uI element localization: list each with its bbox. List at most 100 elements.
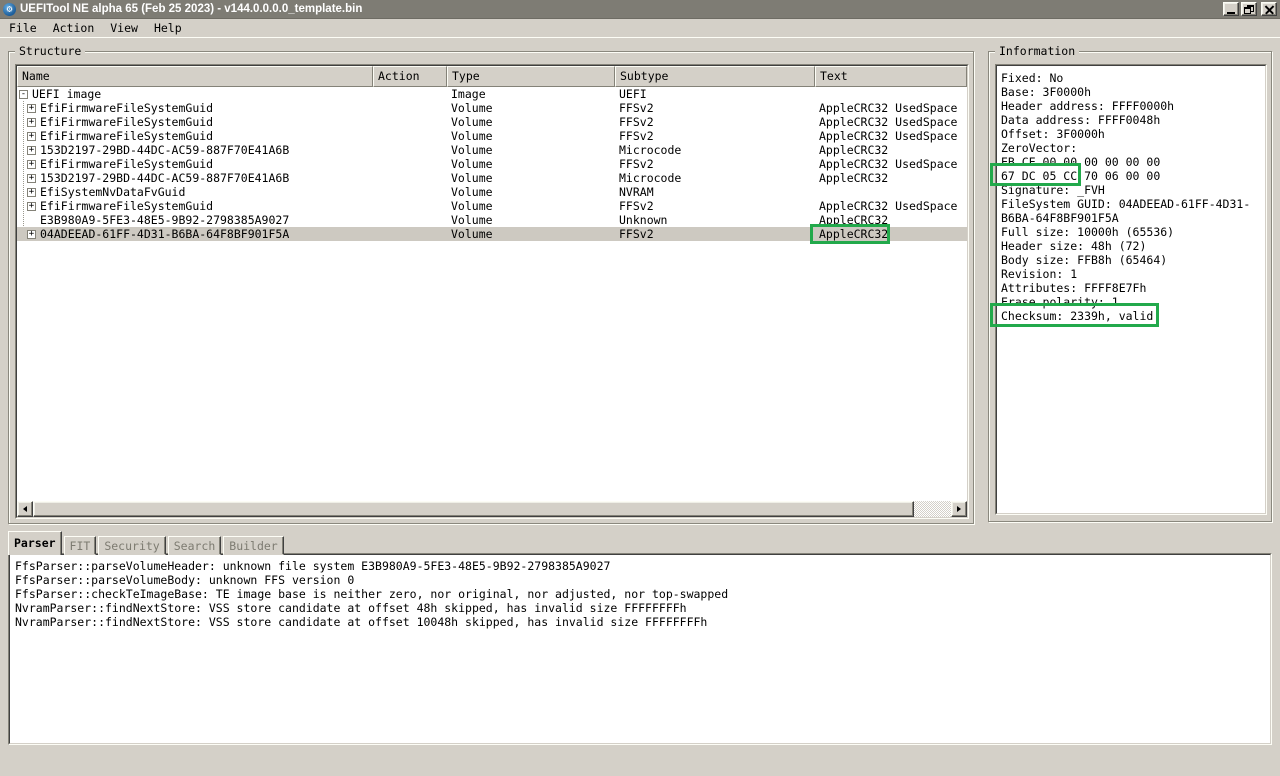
row-name: EfiFirmwareFileSystemGuid [40, 157, 213, 171]
column-header-action[interactable]: Action [373, 66, 447, 87]
row-text: AppleCRC32 [815, 171, 967, 185]
information-lines: Fixed: NoBase: 3F0000hHeader address: FF… [997, 66, 1265, 323]
horizontal-scrollbar[interactable] [17, 501, 967, 517]
expander-icon[interactable]: + [27, 132, 36, 141]
information-line: B6BA-64F8BF901F5A [1001, 211, 1265, 225]
information-line: FileSystem GUID: 04ADEEAD-61FF-4D31- [1001, 197, 1265, 211]
expander-icon[interactable]: + [27, 146, 36, 155]
information-line: Revision: 1 [1001, 267, 1265, 281]
expander-icon[interactable]: + [27, 188, 36, 197]
row-text [815, 185, 967, 199]
row-action [373, 171, 447, 185]
minimize-button[interactable] [1223, 2, 1239, 16]
tab-fit[interactable]: FIT [64, 536, 97, 555]
menu-item-view[interactable]: View [102, 20, 146, 36]
row-subtype: FFSv2 [615, 129, 815, 143]
information-group-label: Information [995, 44, 1079, 58]
expander-icon[interactable]: + [27, 202, 36, 211]
expander-icon[interactable]: - [19, 90, 28, 99]
menu-item-action[interactable]: Action [45, 20, 103, 36]
row-action [373, 227, 447, 241]
row-action [373, 143, 447, 157]
row-subtype: Microcode [615, 171, 815, 185]
row-name: UEFI image [32, 87, 101, 101]
table-row[interactable]: +EfiFirmwareFileSystemGuid Volume FFSv2 … [17, 157, 967, 171]
minimize-icon [1227, 12, 1235, 14]
row-indent [19, 192, 27, 193]
information-line: Offset: 3F0000h [1001, 127, 1265, 141]
window-controls [1221, 2, 1280, 16]
table-row[interactable]: +EfiFirmwareFileSystemGuid Volume FFSv2 … [17, 199, 967, 213]
menu-bar: FileActionViewHelp [0, 19, 1280, 38]
row-action [373, 87, 447, 101]
title-bar[interactable]: ⚙ UEFITool NE alpha 65 (Feb 25 2023) - v… [0, 0, 1280, 19]
table-row[interactable]: +153D2197-29BD-44DC-AC59-887F70E41A6B Vo… [17, 171, 967, 185]
row-name: E3B980A9-5FE3-48E5-9B92-2798385A9027 [40, 213, 289, 227]
table-row[interactable]: +153D2197-29BD-44DC-AC59-887F70E41A6B Vo… [17, 143, 967, 157]
row-indent [19, 220, 27, 221]
tab-builder[interactable]: Builder [223, 536, 283, 555]
scroll-left-button[interactable] [17, 501, 33, 517]
column-header-text[interactable]: Text [815, 66, 967, 87]
row-action [373, 213, 447, 227]
row-text: AppleCRC32 UsedSpace [815, 129, 967, 143]
expander-icon[interactable]: + [27, 174, 36, 183]
tree-header: NameActionTypeSubtypeText [17, 66, 967, 87]
tab-bar: ParserFITSecuritySearchBuilder [8, 531, 286, 555]
column-header-subtype[interactable]: Subtype [615, 66, 815, 87]
log-line: NvramParser::findNextStore: VSS store ca… [15, 601, 1270, 615]
row-name: EfiFirmwareFileSystemGuid [40, 199, 213, 213]
row-text: AppleCRC32 UsedSpace [815, 199, 967, 213]
row-type: Volume [447, 157, 615, 171]
expander-icon[interactable]: + [27, 230, 36, 239]
menu-item-help[interactable]: Help [146, 20, 190, 36]
row-subtype: FFSv2 [615, 157, 815, 171]
row-indent [19, 164, 27, 165]
expander-icon[interactable]: + [27, 160, 36, 169]
row-subtype: Unknown [615, 213, 815, 227]
information-line: Full size: 10000h (65536) [1001, 225, 1265, 239]
parser-log-lines: FfsParser::parseVolumeHeader: unknown fi… [10, 555, 1270, 629]
row-type: Volume [447, 171, 615, 185]
row-subtype: UEFI [615, 87, 815, 101]
row-type: Image [447, 87, 615, 101]
information-line: Base: 3F0000h [1001, 85, 1265, 99]
menu-item-file[interactable]: File [1, 20, 45, 36]
row-type: Volume [447, 213, 615, 227]
row-indent [19, 234, 27, 235]
row-name: EfiFirmwareFileSystemGuid [40, 101, 213, 115]
window-title: UEFITool NE alpha 65 (Feb 25 2023) - v14… [20, 3, 362, 15]
column-header-type[interactable]: Type [447, 66, 615, 87]
close-icon [1265, 5, 1274, 14]
row-subtype: FFSv2 [615, 227, 815, 241]
scroll-right-button[interactable] [951, 501, 967, 517]
row-indent [19, 178, 27, 179]
row-type: Volume [447, 199, 615, 213]
tab-parser[interactable]: Parser [8, 531, 62, 555]
tab-search[interactable]: Search [168, 536, 222, 555]
information-line: Header size: 48h (72) [1001, 239, 1265, 253]
restore-button[interactable] [1241, 2, 1257, 16]
information-line: Header address: FFFF0000h [1001, 99, 1265, 113]
information-line: ZeroVector: [1001, 141, 1265, 155]
restore-icon [1244, 5, 1254, 14]
row-text: AppleCRC32 UsedSpace [815, 157, 967, 171]
row-name: EfiFirmwareFileSystemGuid [40, 115, 213, 129]
table-row[interactable]: -UEFI image Image UEFI [17, 87, 967, 101]
row-action [373, 101, 447, 115]
tree-rows: -UEFI image Image UEFI +EfiFirmwareFileS… [17, 87, 967, 501]
scrollbar-thumb[interactable] [33, 501, 914, 517]
table-row[interactable]: +EfiFirmwareFileSystemGuid Volume FFSv2 … [17, 101, 967, 115]
arrow-left-icon [20, 506, 27, 512]
table-row[interactable]: +EfiFirmwareFileSystemGuid Volume FFSv2 … [17, 115, 967, 129]
row-name: 04ADEEAD-61FF-4D31-B6BA-64F8BF901F5A [40, 227, 289, 241]
row-action [373, 115, 447, 129]
table-row[interactable]: +EfiSystemNvDataFvGuid Volume NVRAM [17, 185, 967, 199]
row-name: 153D2197-29BD-44DC-AC59-887F70E41A6B [40, 171, 289, 185]
expander-icon[interactable]: + [27, 104, 36, 113]
table-row[interactable]: +EfiFirmwareFileSystemGuid Volume FFSv2 … [17, 129, 967, 143]
column-header-name[interactable]: Name [17, 66, 373, 87]
tab-security[interactable]: Security [98, 536, 165, 555]
close-button[interactable] [1261, 2, 1277, 16]
expander-icon[interactable]: + [27, 118, 36, 127]
